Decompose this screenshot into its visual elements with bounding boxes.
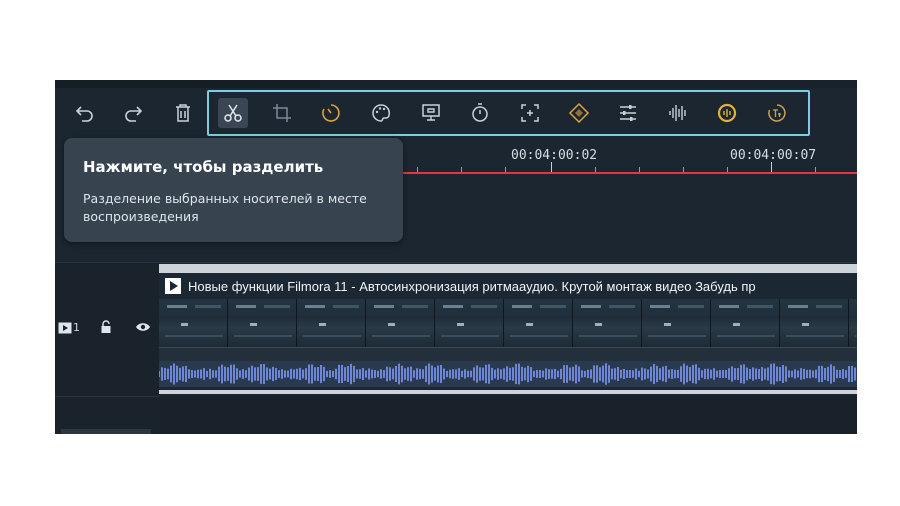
- video-track-header: 1: [55, 263, 159, 396]
- auto-sync-button[interactable]: [712, 98, 742, 128]
- crop-icon: [273, 104, 291, 122]
- sliders-icon: [620, 105, 636, 121]
- split-tooltip: Нажмите, чтобы разделить Разделение выбр…: [64, 138, 403, 242]
- track-number: 1: [73, 321, 80, 334]
- play-icon: [165, 278, 181, 294]
- video-clip[interactable]: Новые функции Filmora 11 - Автосинхрониз…: [159, 273, 857, 393]
- tooltip-title: Нажмите, чтобы разделить: [83, 158, 324, 176]
- speech-to-text-button[interactable]: [762, 98, 792, 128]
- clip-thumbnail: [228, 299, 297, 347]
- redo-icon: [125, 106, 143, 122]
- duration-button[interactable]: [465, 98, 495, 128]
- timecode-label: 00:04:00:07: [730, 148, 817, 163]
- palette-icon: [372, 104, 390, 122]
- keyframe-diamond-icon: [568, 102, 590, 124]
- clip-thumbnail: [297, 299, 366, 347]
- clip-thumbnail: [504, 299, 573, 347]
- clip-title: Новые функции Filmora 11 - Автосинхрониз…: [188, 278, 756, 294]
- next-track: [55, 396, 857, 434]
- speed-button[interactable]: [316, 98, 346, 128]
- speed-icon: [322, 104, 340, 122]
- undo-button[interactable]: [70, 98, 100, 128]
- video-track-icon: [58, 322, 72, 334]
- clip-thumbnail: [573, 299, 642, 347]
- lock-icon[interactable]: [100, 320, 112, 334]
- audio-waveform-icon: [669, 105, 686, 121]
- split-button[interactable]: [218, 98, 248, 128]
- color-button[interactable]: [366, 98, 396, 128]
- timecode-label: 00:04:00:02: [511, 148, 598, 163]
- redo-button[interactable]: [118, 98, 148, 128]
- delete-button[interactable]: [168, 98, 198, 128]
- audio-sync-icon: [717, 103, 737, 123]
- clip-thumbnail: [159, 299, 228, 347]
- timer-icon: [472, 103, 488, 122]
- edit-toolbar: [55, 88, 857, 140]
- playhead-range-line: [400, 172, 857, 174]
- clip-thumbnails: [159, 299, 857, 347]
- crop-button[interactable]: [267, 98, 297, 128]
- video-editor-window: 00:04:00:02 00:04:00:07 Нажмите, чтобы р…: [55, 80, 857, 434]
- speech-to-text-icon: [768, 104, 786, 122]
- scissors-icon: [224, 104, 242, 122]
- clip-thumbnail: [435, 299, 504, 347]
- zoom-button[interactable]: [515, 98, 545, 128]
- keyframe-button[interactable]: [564, 98, 594, 128]
- tooltip-description: Разделение выбранных носителей в месте в…: [83, 191, 367, 224]
- undo-icon: [75, 106, 93, 122]
- clip-thumbnail: [711, 299, 780, 347]
- clip-thumbnail: [366, 299, 435, 347]
- audio-waveform: [159, 361, 857, 387]
- trash-icon: [176, 104, 190, 122]
- eye-icon[interactable]: [135, 321, 151, 333]
- waveform-graphic: [159, 363, 856, 385]
- green-screen-button[interactable]: [416, 98, 446, 128]
- presentation-icon: [422, 104, 440, 121]
- adjust-button[interactable]: [613, 98, 643, 128]
- audio-beat-button[interactable]: [663, 98, 693, 128]
- zoom-frame-icon: [521, 104, 539, 122]
- clip-thumbnail: [780, 299, 849, 347]
- clip-thumbnail: [849, 299, 857, 347]
- top-strip: [55, 80, 857, 88]
- clip-thumbnail: [642, 299, 711, 347]
